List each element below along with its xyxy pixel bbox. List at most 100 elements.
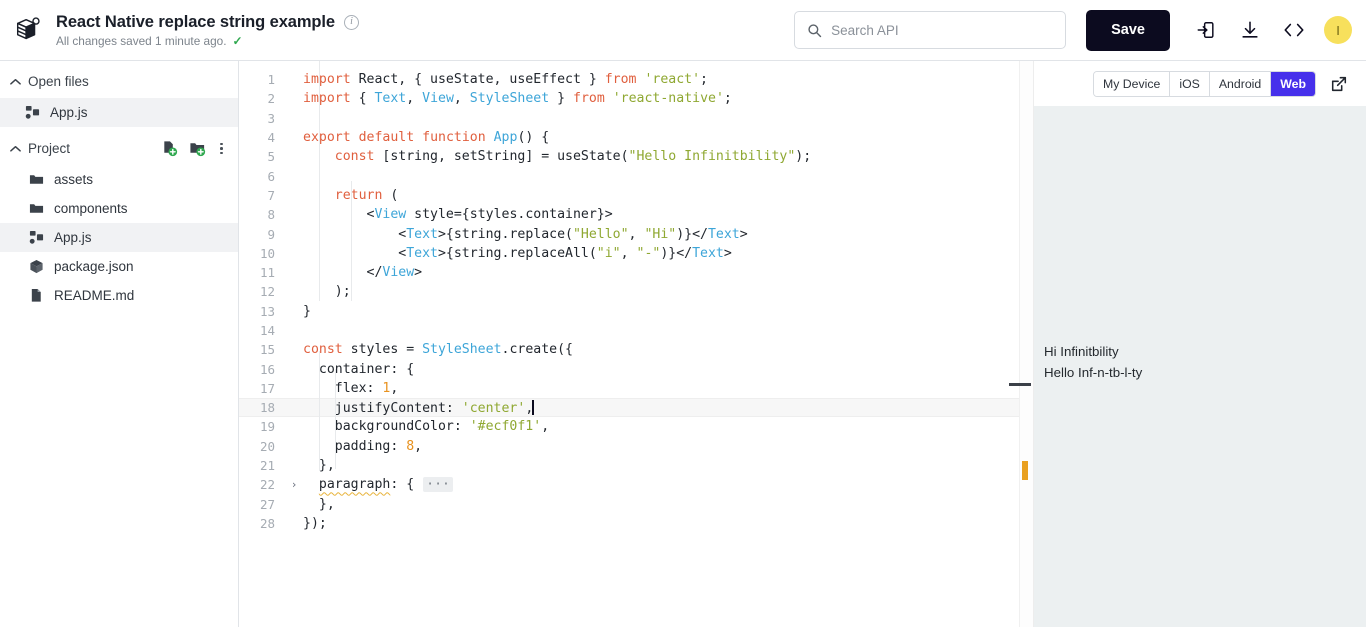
code-line[interactable]: 21 }, xyxy=(239,456,1033,475)
logo-wrap[interactable] xyxy=(0,0,56,61)
code-line[interactable]: 18 justifyContent: 'center', xyxy=(239,398,1033,418)
search-input[interactable] xyxy=(831,22,1054,38)
indent-guide xyxy=(319,61,320,301)
markdown-file-icon xyxy=(29,288,44,303)
open-external-icon xyxy=(1330,75,1348,93)
code-line[interactable]: 15 const styles = StyleSheet.create({ xyxy=(239,340,1033,359)
line-number: 8 xyxy=(267,207,275,223)
embed-code-button[interactable] xyxy=(1272,8,1316,52)
preview-output: Hi Infinitbility Hello Inf-n-tb-l-ty xyxy=(1044,342,1356,383)
sidebar-section-open-files[interactable]: Open files xyxy=(0,65,238,98)
preview-output-line: Hello Inf-n-tb-l-ty xyxy=(1044,365,1143,381)
sidebar-section-project[interactable]: Project xyxy=(0,132,238,165)
code-line[interactable]: 5 const [string, setString] = useState("… xyxy=(239,147,1033,166)
import-to-device-button[interactable] xyxy=(1184,8,1228,52)
code-line[interactable]: 10 <Text>{string.replaceAll("i", "-")}</… xyxy=(239,244,1033,263)
code-line[interactable]: 27 }, xyxy=(239,495,1033,514)
file-name: README.md xyxy=(54,287,135,303)
tree-item-readmemd[interactable]: README.md xyxy=(0,281,238,310)
save-status-text: All changes saved 1 minute ago. xyxy=(56,33,227,48)
code-line[interactable]: 13} xyxy=(239,302,1033,321)
preview-stage: Hi Infinitbility Hello Inf-n-tb-l-ty xyxy=(1034,106,1366,627)
code-text: const [string, setString] = useState("He… xyxy=(334,149,812,165)
code-line[interactable]: 1 import React, { useState, useEffect } f… xyxy=(239,70,1033,89)
search-box[interactable] xyxy=(794,11,1067,49)
tree-item-packagejson[interactable]: package.json xyxy=(0,252,238,281)
editor-scrollbar[interactable] xyxy=(1009,61,1033,627)
info-icon[interactable]: i xyxy=(343,14,359,30)
code-line[interactable]: 20 padding: 8, xyxy=(239,437,1033,456)
code-text: import { Text, View, StyleSheet } from '… xyxy=(303,91,732,107)
code-line[interactable]: 16 container: { xyxy=(239,359,1033,378)
line-number: 7 xyxy=(267,187,275,203)
code-line[interactable]: 22 › paragraph: { ··· xyxy=(239,475,1033,494)
code-text: } xyxy=(303,303,311,319)
code-line[interactable]: 2 import { Text, View, StyleSheet } from … xyxy=(239,89,1033,108)
code-text: <Text>{string.replace("Hello", "Hi")}</T… xyxy=(303,226,748,242)
code-line[interactable]: 7 return ( xyxy=(239,186,1033,205)
code-text: import React, { useState, useEffect } fr… xyxy=(303,72,708,88)
line-number: 10 xyxy=(259,245,275,261)
file-name: App.js xyxy=(54,229,92,245)
preview-toolbar: My Device iOS Android Web xyxy=(1034,61,1366,106)
file-name: package.json xyxy=(54,258,134,274)
indent-guide xyxy=(319,351,320,471)
code-line[interactable]: 17 flex: 1, xyxy=(239,379,1033,398)
indent-guide xyxy=(335,369,336,469)
code-line[interactable]: 28}); xyxy=(239,514,1033,533)
code-editor[interactable]: 1 import React, { useState, useEffect } f… xyxy=(239,61,1033,627)
line-number: 27 xyxy=(259,496,275,512)
document-title-block: React Native replace string example i Al… xyxy=(56,13,359,48)
code-text: }, xyxy=(303,496,335,512)
check-icon: ✓ xyxy=(232,33,243,48)
code-line[interactable]: 14 xyxy=(239,321,1033,340)
tree-item-assets[interactable]: assets xyxy=(0,165,238,194)
chevron-up-icon xyxy=(10,78,23,86)
more-options-icon[interactable] xyxy=(217,141,226,157)
code-line[interactable]: 9 <Text>{string.replace("Hello", "Hi")}<… xyxy=(239,224,1033,243)
indent-guide xyxy=(351,181,352,301)
platform-android[interactable]: Android xyxy=(1209,71,1272,96)
code-lines-container[interactable]: 1 import React, { useState, useEffect } f… xyxy=(239,61,1033,533)
download-button[interactable] xyxy=(1228,8,1272,52)
project-file-tree: assets components App.js package.json RE… xyxy=(0,165,238,310)
open-external-button[interactable] xyxy=(1324,69,1354,99)
line-number: 16 xyxy=(259,361,275,377)
line-number: 4 xyxy=(267,130,275,146)
platform-my-device[interactable]: My Device xyxy=(1093,71,1171,96)
code-text: }); xyxy=(303,515,327,531)
platform-web[interactable]: Web xyxy=(1271,71,1315,96)
file-name: App.js xyxy=(50,104,88,120)
line-number: 17 xyxy=(259,380,275,396)
save-button[interactable]: Save xyxy=(1086,9,1170,51)
code-text: ); xyxy=(303,284,351,300)
code-line[interactable]: 4 export default function App() { xyxy=(239,128,1033,147)
line-number: 2 xyxy=(267,91,275,107)
tree-item-appjs[interactable]: App.js xyxy=(0,223,238,252)
new-file-icon[interactable] xyxy=(161,140,178,157)
code-text: <View style={styles.container}> xyxy=(303,207,613,223)
code-text: padding: 8, xyxy=(303,438,423,454)
tree-item-components[interactable]: components xyxy=(0,194,238,223)
collapsed-chevron-right-icon[interactable]: › xyxy=(285,478,303,491)
avatar[interactable]: I xyxy=(1324,16,1352,44)
code-line[interactable]: 8 <View style={styles.container}> xyxy=(239,205,1033,224)
code-line[interactable]: 12 ); xyxy=(239,282,1033,301)
preview-output-line: Hi Infinitbility xyxy=(1044,344,1119,359)
open-file-item-appjs[interactable]: App.js xyxy=(0,98,238,127)
code-line[interactable]: 19 backgroundColor: '#ecf0f1', xyxy=(239,417,1033,436)
sidebar-section-label: Open files xyxy=(28,74,89,89)
platform-ios[interactable]: iOS xyxy=(1170,71,1210,96)
line-number: 19 xyxy=(259,419,275,435)
new-folder-icon[interactable] xyxy=(189,140,206,157)
code-line[interactable]: 6 xyxy=(239,166,1033,185)
chevron-up-icon xyxy=(10,145,23,153)
scroll-marker-warning xyxy=(1022,461,1028,480)
code-line[interactable]: 11 </View> xyxy=(239,263,1033,282)
line-number: 9 xyxy=(267,226,275,242)
sidebar-section-label: Project xyxy=(28,141,71,156)
platform-selector[interactable]: My Device iOS Android Web xyxy=(1092,70,1316,97)
code-line[interactable]: 3 xyxy=(239,109,1033,128)
code-text: export default function App() { xyxy=(303,130,550,146)
line-number: 11 xyxy=(259,265,275,281)
